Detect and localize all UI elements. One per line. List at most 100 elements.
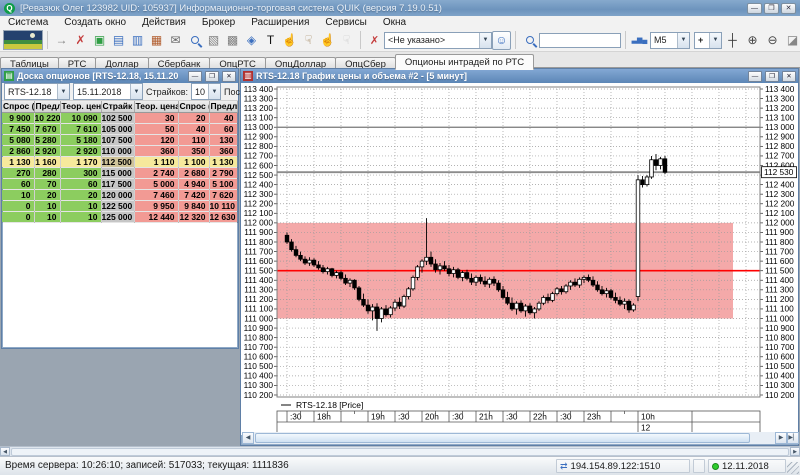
info-icon[interactable]: ◈: [242, 31, 261, 50]
trader-combo[interactable]: <Не указано> ▼: [384, 31, 492, 49]
app-minimize-button[interactable]: —: [747, 2, 762, 14]
chart-window-titlebar[interactable]: ▥ RTS-12.18 График цены и объема #2 - [5…: [241, 69, 798, 83]
put-cell[interactable]: 1 110: [134, 156, 179, 168]
menu-item[interactable]: Сервисы: [317, 16, 374, 29]
workspace-scroll-left-icon[interactable]: ◀: [0, 447, 10, 456]
put-cell[interactable]: 7 620: [209, 189, 238, 201]
option-row[interactable]: 5 080 5 280 5 180 107 500 120 110 130: [2, 134, 238, 146]
call-cell[interactable]: 5 280: [34, 134, 61, 146]
put-cell[interactable]: 12 630: [209, 211, 238, 223]
zoom-in-icon[interactable]: ⊕: [743, 31, 762, 50]
option-row[interactable]: 2 860 2 920 2 920 110 000 360 350 360: [2, 145, 238, 157]
option-row[interactable]: 9 900 10 220 10 090 102 500 30 20 40: [2, 112, 238, 124]
new-order-icon[interactable]: ☝: [280, 31, 299, 50]
put-cell[interactable]: 2 790: [209, 167, 238, 179]
column-header[interactable]: Предлж: [209, 101, 238, 113]
put-cell[interactable]: 12 440: [134, 211, 179, 223]
option-row[interactable]: 270 280 300 115 000 2 740 2 680 2 790: [2, 167, 238, 179]
new-window-icon[interactable]: ▣: [90, 31, 109, 50]
zoom-out-icon[interactable]: ⊖: [763, 31, 782, 50]
eraser-icon[interactable]: ◪: [783, 31, 800, 50]
options-close-button[interactable]: ✕: [222, 70, 236, 82]
put-cell[interactable]: 40: [209, 112, 238, 124]
menu-item[interactable]: Система: [0, 16, 56, 29]
call-cell[interactable]: 10: [60, 200, 102, 212]
call-cell[interactable]: 10: [60, 211, 102, 223]
strike-cell[interactable]: 125 000: [101, 211, 135, 223]
strike-cell[interactable]: 112 500: [101, 156, 135, 168]
instrument-combo[interactable]: RTS-12.18 ▼: [4, 83, 70, 100]
column-header[interactable]: Страйк: [101, 101, 135, 113]
menu-item[interactable]: Создать окно: [56, 16, 134, 29]
zoom-scale-combo[interactable]: + ▼: [694, 31, 722, 49]
find-window-icon[interactable]: [185, 31, 204, 50]
put-cell[interactable]: 20: [178, 112, 210, 124]
menu-item[interactable]: Расширения: [243, 16, 317, 29]
column-header[interactable]: Предлж: [34, 101, 61, 113]
strike-cell[interactable]: 117 500: [101, 178, 135, 190]
put-cell[interactable]: 12 320: [178, 211, 210, 223]
text-icon[interactable]: T: [261, 31, 280, 50]
price-chart[interactable]: 110 200 110 200110 300 110 300110 400 110 4…: [241, 83, 798, 435]
column-header[interactable]: Теор. цена Р: [134, 101, 179, 113]
options-maximize-button[interactable]: ❒: [205, 70, 219, 82]
chart-icon[interactable]: ▃▆▄: [630, 31, 649, 50]
scroll-left-icon[interactable]: ◀: [242, 432, 254, 444]
put-cell[interactable]: 1 130: [209, 156, 238, 168]
orders-window-icon[interactable]: ▦: [147, 31, 166, 50]
put-cell[interactable]: 1 100: [178, 156, 210, 168]
call-cell[interactable]: 7 610: [60, 123, 102, 135]
scroll-right-icon[interactable]: ▶: [775, 432, 787, 444]
strike-cell[interactable]: 102 500: [101, 112, 135, 124]
call-cell[interactable]: 5 180: [60, 134, 102, 146]
trader-info-button[interactable]: ☺: [492, 30, 511, 50]
put-cell[interactable]: 2 680: [178, 167, 210, 179]
put-cell[interactable]: 30: [134, 112, 179, 124]
strikes-count-combo[interactable]: 10 ▼: [191, 83, 221, 100]
put-cell[interactable]: 5 100: [209, 178, 238, 190]
interval-combo[interactable]: M5 ▼: [650, 31, 690, 49]
disconnect-icon[interactable]: ✗: [71, 31, 90, 50]
strike-cell[interactable]: 115 000: [101, 167, 135, 179]
put-cell[interactable]: 120: [134, 134, 179, 146]
quotes-window-icon[interactable]: ▤: [109, 31, 128, 50]
strike-cell[interactable]: 120 000: [101, 189, 135, 201]
column-header[interactable]: Теор. цена С: [60, 101, 102, 113]
call-cell[interactable]: 270: [2, 167, 35, 179]
put-cell[interactable]: 360: [134, 145, 179, 157]
option-row[interactable]: 10 20 20 120 000 7 460 7 420 7 620: [2, 189, 238, 201]
put-cell[interactable]: 360: [209, 145, 238, 157]
options-table[interactable]: Спрос (ПредлжТеор. цена ССтрайкТеор. цен…: [2, 101, 238, 223]
call-cell[interactable]: 7 670: [34, 123, 61, 135]
cancel-all-icon[interactable]: ☟: [337, 31, 356, 50]
call-cell[interactable]: 1 130: [2, 156, 35, 168]
put-cell[interactable]: 7 420: [178, 189, 210, 201]
call-cell[interactable]: 70: [34, 178, 61, 190]
tab-active[interactable]: Опционы интрадей по РТС: [394, 54, 535, 70]
call-cell[interactable]: 60: [60, 178, 102, 190]
call-cell[interactable]: 2 920: [60, 145, 102, 157]
chart-maximize-button[interactable]: ❒: [765, 70, 779, 82]
call-cell[interactable]: 20: [60, 189, 102, 201]
option-row[interactable]: 0 10 10 122 500 9 950 9 840 10 110: [2, 200, 238, 212]
option-row-atm[interactable]: 1 130 1 160 1 170 112 500 1 110 1 100 1 130: [2, 156, 238, 168]
put-cell[interactable]: 40: [178, 123, 210, 135]
option-row[interactable]: 7 450 7 670 7 610 105 000 50 40 60: [2, 123, 238, 135]
chart-scroll-thumb[interactable]: [255, 433, 750, 443]
call-cell[interactable]: 10 220: [34, 112, 61, 124]
call-cell[interactable]: 2 860: [2, 145, 35, 157]
scroll-end-icon[interactable]: ▶▏: [787, 432, 799, 444]
workspace-scroll-thumb[interactable]: [11, 447, 789, 456]
search-input[interactable]: [539, 32, 621, 48]
expiry-date-combo[interactable]: 15.11.2018 ▼: [73, 83, 143, 100]
app-maximize-button[interactable]: ❒: [764, 2, 779, 14]
options-minimize-button[interactable]: —: [188, 70, 202, 82]
put-cell[interactable]: 130: [209, 134, 238, 146]
put-cell[interactable]: 9 950: [134, 200, 179, 212]
call-cell[interactable]: 20: [34, 189, 61, 201]
call-cell[interactable]: 280: [34, 167, 61, 179]
messages-window-icon[interactable]: ✉: [166, 31, 185, 50]
chart-hscrollbar[interactable]: ◀ ▶ ▶▏: [242, 432, 799, 444]
put-cell[interactable]: 9 840: [178, 200, 210, 212]
put-cell[interactable]: 10 110: [209, 200, 238, 212]
